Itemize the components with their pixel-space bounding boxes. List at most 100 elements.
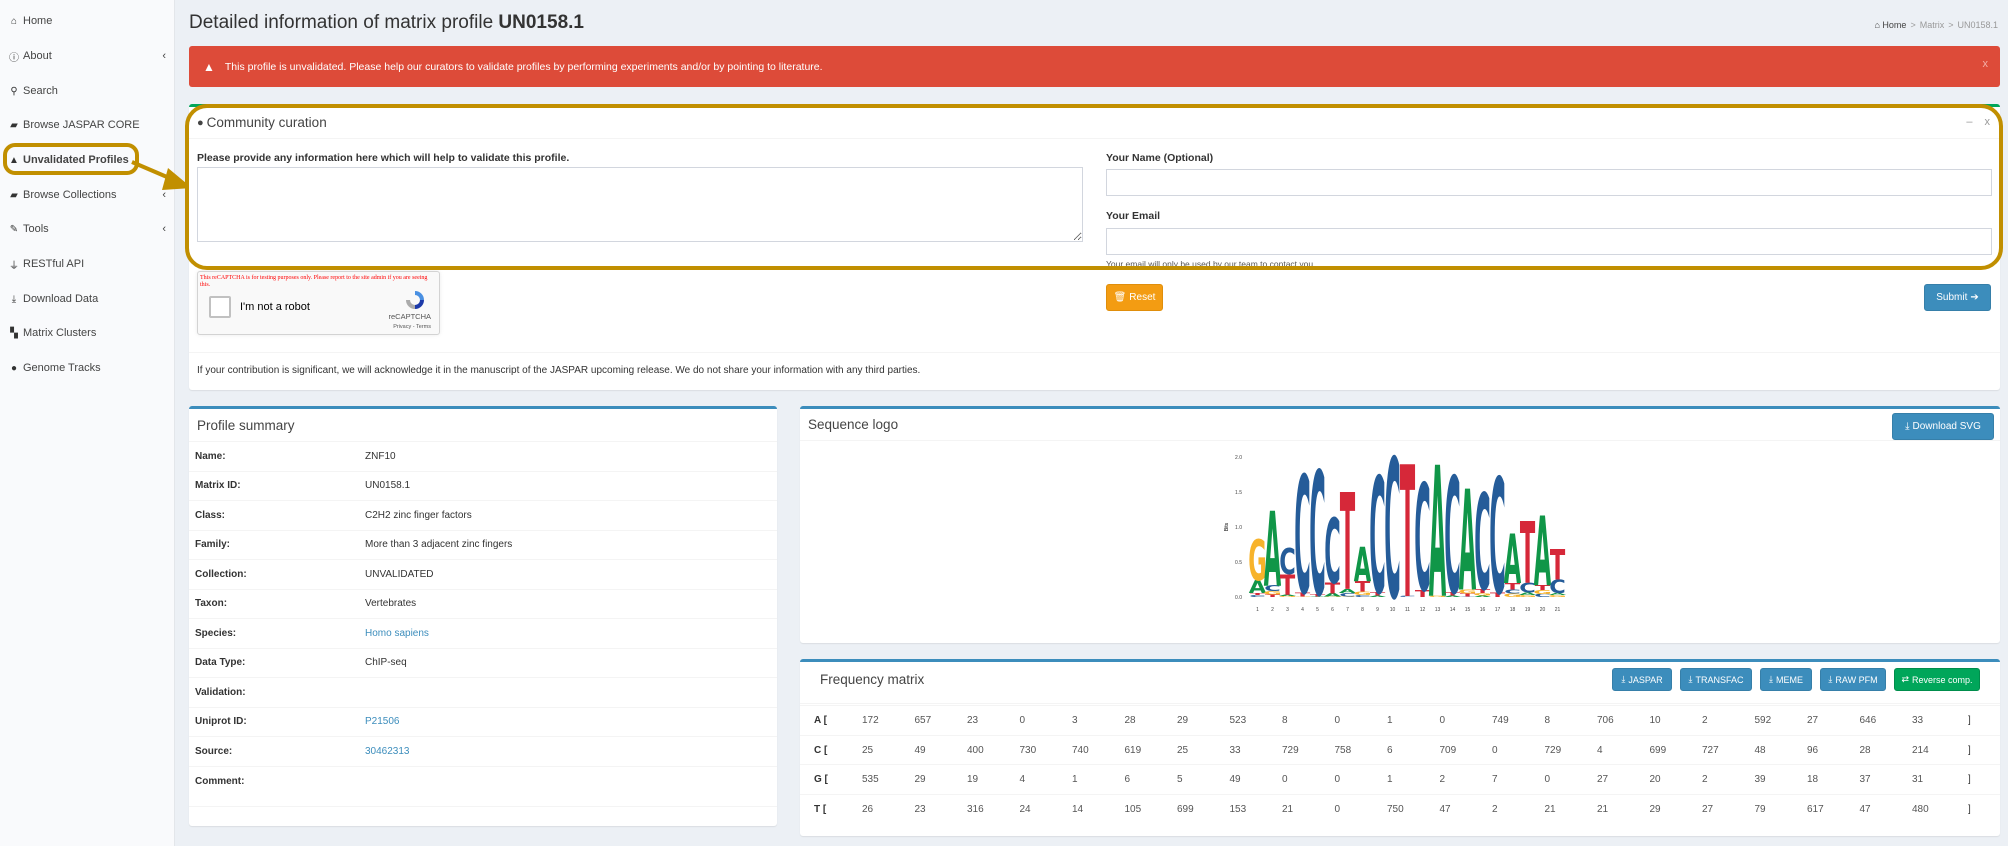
x-tick-label: 9 (1376, 607, 1379, 613)
recaptcha-warning: This reCAPTCHA is for testing purposes o… (200, 275, 428, 288)
sidebar-item-unvalidated-profiles[interactable]: ▲ Unvalidated Profiles (8, 150, 168, 170)
summary-row: Taxon: Vertebrates (189, 590, 777, 619)
acknowledgement-note: If your contribution is significant, we … (197, 365, 921, 376)
matrix-cell: 5 (1177, 774, 1183, 785)
sidebar-item-matrix-clusters[interactable]: ▚ Matrix Clusters (8, 323, 168, 343)
y-tick-label: 2.0 (1235, 455, 1242, 461)
matrix-cell: 729 (1544, 744, 1562, 756)
matrix-cell: 14 (1072, 803, 1084, 815)
breadcrumb-home[interactable]: ⌂ Home (1874, 20, 1906, 30)
check-circle-icon: ● (197, 116, 204, 129)
matrix-cell: 33 (1229, 744, 1241, 756)
wrench-icon: ✎ (9, 223, 19, 235)
matrix-jaspar-button[interactable]: ⤓ JASPAR (1612, 668, 1672, 691)
breadcrumb-matrix[interactable]: Matrix (1920, 20, 1945, 30)
x-tick-label: 16 (1480, 607, 1486, 613)
sidebar-item-search[interactable]: ⚲ Search (8, 81, 168, 101)
sidebar-item-about[interactable]: ⓘ About ‹ (8, 46, 168, 66)
matrix-cell: 0 (1439, 715, 1446, 726)
recaptcha-checkbox[interactable] (209, 296, 231, 318)
matrix-raw-pfm-button[interactable]: ⤓ RAW PFM (1820, 668, 1886, 691)
sidebar-item-download-data[interactable]: ⤓ Download Data (8, 289, 168, 309)
matrix-meme-button[interactable]: ⤓ MEME (1760, 668, 1812, 691)
button-label: TRANSFAC (1695, 674, 1744, 685)
download-icon: ⤓ (1688, 674, 1693, 684)
matrix-cell: 758 (1334, 744, 1352, 756)
warning-icon: ▲ (203, 59, 215, 74)
trash-icon: 🗑 (1113, 292, 1127, 303)
matrix-cell: 4 (1019, 774, 1026, 785)
sidebar-item-browse-jaspar-core[interactable]: ▰ Browse JASPAR CORE (8, 115, 168, 135)
breadcrumb-separator: > (1948, 20, 1954, 30)
matrix-cell: 79 (1754, 803, 1766, 815)
summary-key: Matrix ID: (195, 480, 241, 492)
matrix-cell: 619 (1124, 744, 1142, 756)
info-textarea[interactable] (197, 167, 1083, 242)
matrix-cell: 0 (1334, 715, 1341, 726)
matrix-title: Frequency matrix (820, 672, 925, 687)
download-icon: ⤓ (1621, 674, 1626, 684)
matrix-cell: 26 (862, 803, 874, 815)
download-icon: ⤓ (1769, 674, 1773, 684)
unvalidated-alert: ▲ This profile is unvalidated. Please he… (189, 46, 2000, 87)
summary-key: Species: (195, 627, 237, 639)
matrix-cell: 1 (1387, 715, 1393, 726)
x-tick-label: 18 (1510, 607, 1516, 613)
matrix-reverse-comp--button[interactable]: ⇄ Reverse comp. (1894, 668, 1980, 691)
warning-icon: ▲ (9, 154, 19, 166)
button-label: JASPAR (1628, 674, 1663, 685)
matrix-transfac-button[interactable]: ⤓ TRANSFAC (1680, 668, 1752, 691)
matrix-cell: 0 (1334, 803, 1341, 815)
matrix-cell: 646 (1859, 715, 1877, 726)
matrix-id-title: UN0158.1 (498, 12, 584, 33)
community-curation-box: ● Community curation – x Please provide … (189, 104, 2000, 390)
matrix-cell: 21 (1282, 803, 1294, 815)
x-tick-label: 17 (1495, 607, 1501, 613)
recaptcha-terms-link[interactable]: Privacy - Terms (393, 324, 431, 330)
sidebar-item-label: Search (23, 85, 58, 97)
summary-value[interactable]: P21506 (365, 716, 399, 727)
matrix-cell: 20 (1649, 774, 1661, 785)
clusters-icon: ▚ (10, 327, 18, 339)
summary-value[interactable]: 30462313 (365, 746, 410, 757)
sidebar-item-tools[interactable]: ✎ Tools ‹ (8, 219, 168, 239)
matrix-cell: 727 (1702, 744, 1719, 756)
y-tick-label: 1.5 (1235, 490, 1242, 496)
summary-row: Class: C2H2 zinc finger factors (189, 501, 777, 531)
matrix-cell: 96 (1807, 744, 1819, 756)
sidebar-item-home[interactable]: ⌂ Home (8, 11, 168, 31)
submit-button[interactable]: Submit ➔ (1924, 284, 1991, 311)
download-svg-button[interactable]: ⤓ Download SVG (1892, 413, 1994, 440)
matrix-cell: 740 (1072, 744, 1089, 756)
breadcrumb: ⌂ Home > Matrix > UN0158.1 (1874, 20, 1998, 30)
summary-value[interactable]: Homo sapiens (365, 628, 429, 639)
matrix-cell: 172 (862, 715, 879, 726)
summary-key: Comment: (195, 775, 245, 787)
x-tick-label: 20 (1540, 607, 1546, 613)
x-tick-label: 14 (1450, 607, 1456, 613)
summary-key: Data Type: (195, 657, 246, 669)
matrix-cell: 8 (1282, 715, 1288, 726)
x-tick-label: 19 (1525, 607, 1531, 613)
sidebar-item-browse-collections[interactable]: ▰ Browse Collections ‹ (8, 185, 168, 205)
name-input[interactable] (1106, 169, 1992, 196)
email-input[interactable] (1106, 228, 1992, 255)
summary-key: Uniprot ID: (195, 716, 247, 728)
matrix-cell: 153 (1229, 803, 1247, 815)
matrix-row-c: C [25 49 400 730 740 619 25 33 729 758 6 709 0 729 4 69… (800, 734, 2000, 764)
sidebar-item-restful-api[interactable]: ⏚ RESTful API (8, 254, 168, 274)
reset-button[interactable]: 🗑 Reset (1106, 284, 1163, 311)
matrix-cell: 2 (1439, 774, 1446, 785)
download-icon: ⤓ (1828, 674, 1833, 684)
summary-key: Taxon: (195, 598, 228, 610)
sidebar-item-genome-tracks[interactable]: ● Genome Tracks (8, 358, 168, 378)
summary-key: Family: (195, 539, 231, 551)
sidebar-item-label: Home (23, 15, 53, 27)
close-box-button[interactable]: x (1985, 116, 1991, 128)
alert-close-button[interactable]: x (1983, 58, 1989, 70)
matrix-cell: 750 (1387, 803, 1404, 815)
collapse-button[interactable]: – (1966, 116, 1972, 128)
matrix-cell: 523 (1229, 715, 1247, 726)
matrix-row-label: A [ (814, 715, 827, 726)
matrix-cell: 28 (1859, 744, 1871, 756)
